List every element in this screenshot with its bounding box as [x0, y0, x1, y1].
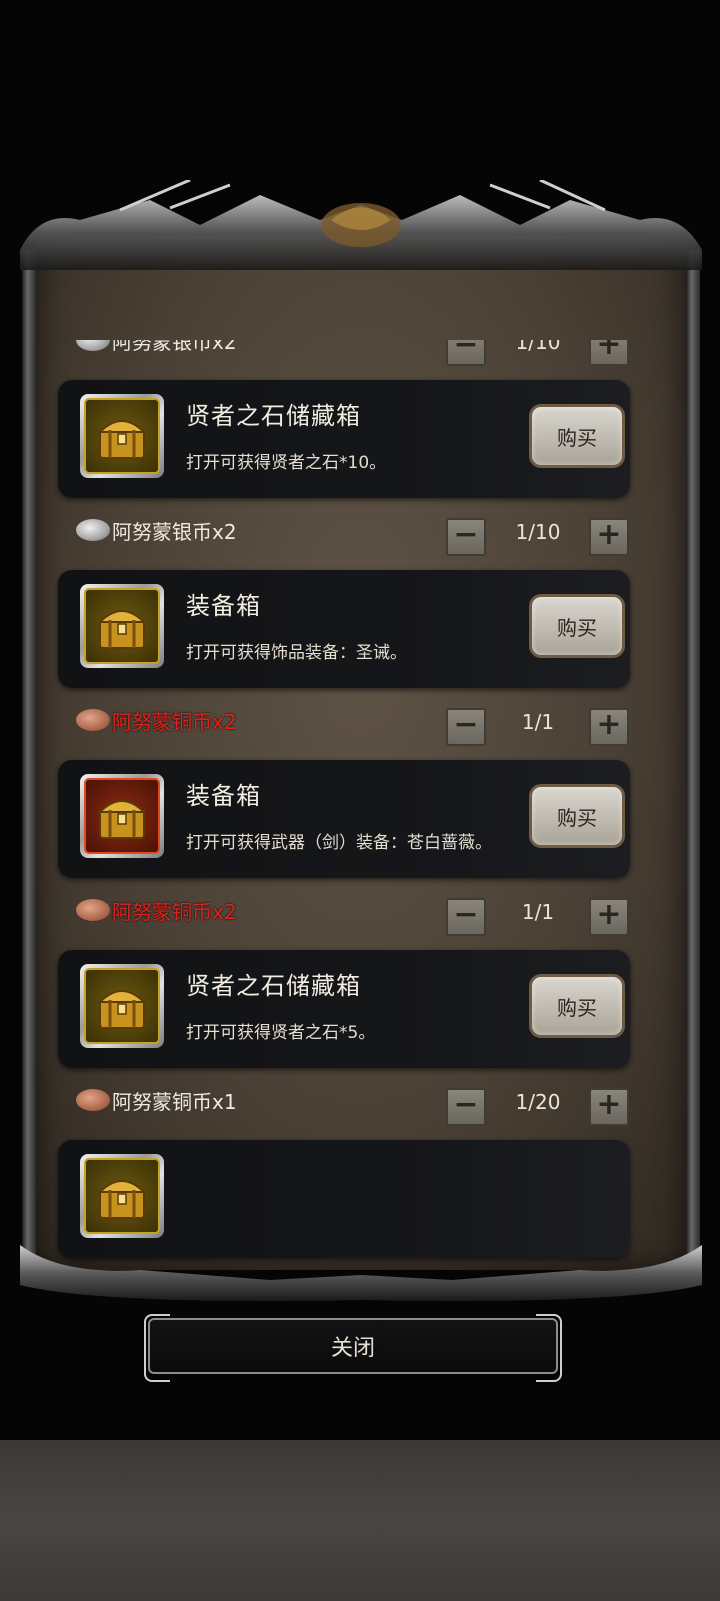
background-floor: [0, 1440, 720, 1601]
panel-border-right: [686, 250, 700, 1265]
cost-text: 阿努蒙铜币x2: [112, 709, 237, 734]
item-icon-frame[interactable]: [80, 964, 164, 1048]
plus-icon[interactable]: +: [589, 708, 629, 746]
buy-button[interactable]: 购买: [529, 784, 625, 848]
treasure-chest-icon: [97, 990, 147, 1029]
item-icon-frame[interactable]: [80, 774, 164, 858]
item-title: 贤者之石储藏箱: [186, 402, 361, 430]
item-card: 装备箱 打开可获得饰品装备：圣诫。 购买: [58, 570, 630, 688]
item-description: 打开可获得贤者之石*5。: [186, 1023, 376, 1043]
item-card: 装备箱 打开可获得武器（剑）装备：苍白蔷薇。 购买: [58, 760, 630, 878]
minus-icon[interactable]: −: [446, 340, 486, 366]
plus-icon[interactable]: +: [589, 518, 629, 556]
cost-row: 阿努蒙铜币x2: [76, 700, 237, 740]
plus-icon[interactable]: +: [589, 340, 629, 366]
treasure-chest-icon: [97, 1180, 147, 1219]
ornate-frame-top: [20, 180, 702, 270]
quantity-label: 1/1: [521, 710, 555, 734]
buy-button[interactable]: 购买: [529, 404, 625, 468]
cost-row: 阿努蒙铜币x2: [76, 890, 237, 930]
copper-coin-icon: [76, 1089, 110, 1111]
item-icon-frame[interactable]: [80, 394, 164, 478]
quantity-label: 1/10: [515, 340, 561, 354]
silver-coin-icon: [76, 519, 110, 541]
item-title: 装备箱: [186, 782, 261, 810]
plus-icon[interactable]: +: [589, 898, 629, 936]
panel-border-left: [22, 250, 36, 1265]
item-icon-frame[interactable]: [80, 584, 164, 668]
item-card: 贤者之石储藏箱 打开可获得贤者之石*5。 购买: [58, 950, 630, 1068]
quantity-label: 1/1: [521, 900, 555, 924]
shop-entry-3: 装备箱 打开可获得武器（剑）装备：苍白蔷薇。 购买 阿努蒙铜币x2 − 1/1 …: [36, 750, 686, 940]
minus-icon[interactable]: −: [446, 1088, 486, 1126]
shop-entry-5: − +: [36, 1130, 686, 1268]
quantity-label: 1/20: [515, 1090, 561, 1114]
close-button[interactable]: 关闭: [144, 1314, 562, 1382]
treasure-chest-icon: [97, 800, 147, 839]
cost-text: 阿努蒙银币x2: [112, 340, 237, 354]
cost-row: 阿努蒙银币x2: [76, 510, 237, 550]
treasure-chest-icon: [97, 420, 147, 459]
shop-entry-0: 打开后可获得空/炎/地/水之域晶各10枚。 购买 阿努蒙银币x2 − 1/10 …: [36, 340, 686, 370]
plus-icon[interactable]: +: [589, 1088, 629, 1126]
cost-row: 阿努蒙银币x2: [76, 340, 237, 360]
item-description: 打开可获得武器（剑）装备：苍白蔷薇。: [186, 833, 492, 853]
cost-text: 阿努蒙银币x2: [112, 519, 237, 544]
item-description: 打开可获得贤者之石*10。: [186, 453, 387, 473]
shop-entry-1: 贤者之石储藏箱 打开可获得贤者之石*10。 购买 阿努蒙银币x2 − 1/10 …: [36, 370, 686, 560]
shop-entry-2: 装备箱 打开可获得饰品装备：圣诫。 购买 阿努蒙铜币x2 − 1/1 +: [36, 560, 686, 750]
minus-icon[interactable]: −: [446, 708, 486, 746]
quantity-label: 1/10: [515, 520, 561, 544]
copper-coin-icon: [76, 709, 110, 731]
cost-row: 阿努蒙铜币x1: [76, 1080, 237, 1120]
buy-button[interactable]: 购买: [529, 594, 625, 658]
item-description: 打开可获得饰品装备：圣诫。: [186, 643, 407, 663]
cost-text: 阿努蒙铜币x1: [112, 1089, 237, 1114]
item-card: 贤者之石储藏箱 打开可获得贤者之石*10。 购买: [58, 380, 630, 498]
item-title: 贤者之石储藏箱: [186, 972, 361, 1000]
item-list[interactable]: 打开后可获得空/炎/地/水之域晶各10枚。 购买 阿努蒙银币x2 − 1/10 …: [36, 340, 686, 1268]
item-icon-frame[interactable]: [80, 1154, 164, 1238]
buy-button[interactable]: 购买: [529, 974, 625, 1038]
shop-entry-4: 贤者之石储藏箱 打开可获得贤者之石*5。 购买 阿努蒙铜币x1 − 1/20 +: [36, 940, 686, 1130]
silver-coin-icon: [76, 340, 110, 351]
treasure-chest-icon: [97, 610, 147, 649]
minus-icon[interactable]: −: [446, 898, 486, 936]
minus-icon[interactable]: −: [446, 518, 486, 556]
item-title: 装备箱: [186, 592, 261, 620]
item-card: [58, 1140, 630, 1258]
copper-coin-icon: [76, 899, 110, 921]
cost-text: 阿努蒙铜币x2: [112, 899, 237, 924]
